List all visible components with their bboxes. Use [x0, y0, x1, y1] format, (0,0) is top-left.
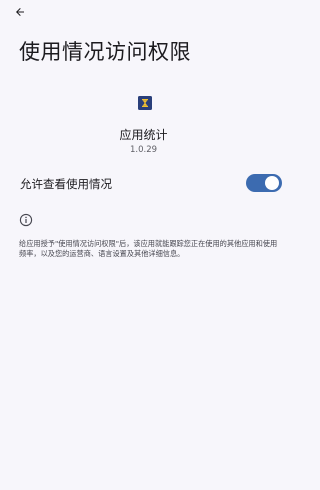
- arrow-left-icon: [16, 8, 24, 16]
- hourglass-icon: [138, 96, 152, 110]
- app-icon: [138, 95, 152, 110]
- usage-access-switch[interactable]: [246, 174, 282, 192]
- info-icon: [19, 212, 33, 227]
- usage-access-description: 给应用授予"使用情况访问权限"后，该应用就能跟踪您正在使用的其他应用和使用频率，…: [19, 239, 278, 258]
- usage-access-toggle-row[interactable]: 允许查看使用情况: [0, 168, 287, 198]
- switch-knob: [265, 176, 279, 190]
- back-button[interactable]: [8, 2, 32, 22]
- usage-access-label: 允许查看使用情况: [20, 177, 112, 191]
- app-name: 应用统计: [119, 128, 168, 142]
- page-title: 使用情况访问权限: [19, 40, 191, 64]
- app-version: 1.0.29: [129, 145, 158, 155]
